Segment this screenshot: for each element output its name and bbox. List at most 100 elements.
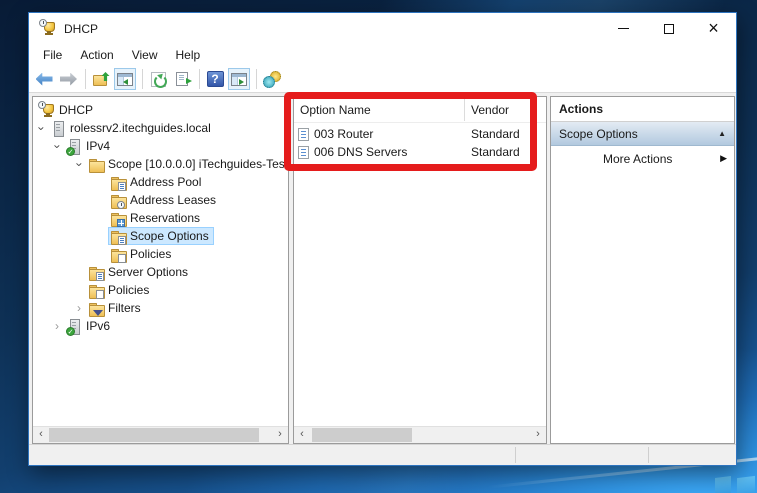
scroll-track[interactable] (49, 427, 272, 443)
scroll-left-arrow[interactable]: ‹ (294, 427, 310, 443)
chevron-expanded-icon[interactable]: › (73, 157, 87, 171)
maximize-button[interactable] (646, 13, 691, 44)
statusbar-separator (648, 447, 649, 463)
forward-icon (60, 73, 77, 86)
actions-group-scope-options[interactable]: Scope Options ▲ (551, 122, 734, 146)
console-tree-pane: DHCP › rolessrv2.itechguides.local › ✓ IPv4 › S… (32, 96, 289, 444)
tree-item-dhcp[interactable]: DHCP (34, 100, 287, 119)
forward-button[interactable] (57, 68, 79, 90)
menu-help[interactable]: Help (167, 46, 210, 64)
show-hide-action-pane-button[interactable] (228, 68, 250, 90)
server-check-icon: ✓ (66, 318, 82, 336)
dhcp-app-icon (39, 19, 56, 36)
tree-item-label: IPv6 (86, 319, 111, 333)
tree-item-label: Filters (108, 301, 141, 315)
scroll-right-arrow[interactable]: › (530, 427, 546, 443)
title-bar[interactable]: DHCP × (29, 13, 736, 44)
folder-icon (88, 157, 105, 173)
up-one-level-button[interactable] (90, 68, 112, 90)
more-actions-item[interactable]: More Actions ▶ (551, 146, 734, 171)
desktop: DHCP × File Action View Help ? DHCP › ro… (0, 0, 757, 493)
list-row-006-dns-servers[interactable]: 006 DNS Servers Standard (294, 143, 546, 161)
minimize-icon (618, 28, 629, 29)
list-row-003-router[interactable]: 003 Router Standard (294, 125, 546, 143)
actions-group-label: Scope Options (559, 126, 638, 141)
action-pane-icon (231, 72, 247, 86)
minimize-button[interactable] (601, 13, 646, 44)
scroll-right-arrow[interactable]: › (272, 427, 288, 443)
console-content: DHCP › rolessrv2.itechguides.local › ✓ IPv4 › S… (29, 96, 736, 444)
more-actions-label: More Actions (603, 151, 673, 166)
menu-bar: File Action View Help (29, 44, 736, 66)
export-list-icon (176, 72, 192, 86)
tree-item-label: Server Options (108, 265, 189, 279)
scroll-thumb[interactable] (312, 428, 412, 442)
actions-pane: Actions Scope Options ▲ More Actions ▶ (550, 96, 735, 444)
refresh-button[interactable] (147, 68, 169, 90)
configure-gears-icon (263, 70, 281, 88)
windows-logo-fragment (715, 476, 731, 493)
menu-view[interactable]: View (123, 46, 167, 64)
tree-item-policies[interactable]: Policies (34, 281, 287, 299)
policies-icon (110, 247, 127, 263)
configure-button[interactable] (261, 68, 283, 90)
toolbar: ? (29, 66, 736, 93)
scroll-left-arrow[interactable]: ‹ (33, 427, 49, 443)
tree-item-label: Address Leases (130, 193, 217, 207)
tree-item-label: Scope [10.0.0.0] iTechguides-Test (108, 157, 287, 171)
list-horizontal-scrollbar[interactable]: ‹ › (294, 426, 546, 443)
back-button[interactable] (33, 68, 55, 90)
refresh-icon (150, 71, 167, 88)
tree-item-ipv4[interactable]: › ✓ IPv4 (34, 137, 287, 156)
tree-item-label: IPv4 (86, 139, 111, 153)
list-header: Option Name Vendor (294, 97, 546, 123)
tree-item-label: Policies (108, 283, 150, 297)
console-tree-icon (117, 72, 133, 86)
tree-item-filters[interactable]: › Filters (34, 299, 287, 317)
tree-item-rolessrv2-itechguides-local[interactable]: › rolessrv2.itechguides.local (34, 119, 287, 137)
policies-icon (88, 283, 105, 299)
vendor-cell: Standard (471, 145, 520, 159)
tree-item-address-leases[interactable]: Address Leases (34, 191, 287, 209)
close-button[interactable]: × (691, 13, 736, 44)
results-pane: Option Name Vendor 003 Router Standard 006… (293, 96, 547, 444)
column-vendor[interactable]: Vendor (465, 103, 509, 117)
help-icon: ? (206, 71, 224, 87)
chevron-expanded-icon[interactable]: › (35, 121, 49, 135)
tree-horizontal-scrollbar[interactable]: ‹ › (33, 426, 288, 443)
windows-logo-fragment (737, 475, 755, 493)
tree-item-label: DHCP (59, 103, 94, 117)
menu-action[interactable]: Action (71, 46, 122, 64)
chevron-collapsed-icon[interactable]: › (72, 301, 86, 315)
tree-item-reservations[interactable]: Reservations (34, 209, 287, 227)
tree-item-policies[interactable]: Policies (34, 245, 287, 263)
help-button[interactable]: ? (204, 68, 226, 90)
tree-item-scope-10-0-0-0-itechguides-test[interactable]: › Scope [10.0.0.0] iTechguides-Test (34, 155, 287, 173)
tree-item-scope-options[interactable]: Scope Options (34, 227, 287, 245)
tree-item-label: Address Pool (130, 175, 202, 189)
address-leases-icon (110, 193, 127, 209)
dhcp-console-icon (38, 100, 55, 118)
chevron-collapsed-icon[interactable]: › (50, 319, 64, 333)
tree-item-server-options[interactable]: Server Options (34, 263, 287, 281)
scroll-track[interactable] (310, 427, 530, 443)
tree-item-label: rolessrv2.itechguides.local (70, 121, 211, 135)
scroll-thumb[interactable] (49, 428, 259, 442)
dhcp-console-window: DHCP × File Action View Help ? DHCP › ro… (28, 12, 737, 466)
reservations-icon (110, 211, 127, 227)
chevron-expanded-icon[interactable]: › (51, 139, 65, 153)
server-check-icon: ✓ (66, 138, 82, 156)
filters-icon (88, 301, 105, 317)
tree-item-ipv6[interactable]: › ✓ IPv6 (34, 317, 287, 336)
option-name-cell: 006 DNS Servers (314, 145, 408, 159)
caption-buttons: × (601, 13, 736, 44)
column-option-name[interactable]: Option Name (294, 98, 465, 121)
export-list-button[interactable] (171, 68, 193, 90)
maximize-icon (663, 23, 674, 34)
option-icon (298, 127, 309, 141)
tree-item-address-pool[interactable]: Address Pool (34, 173, 287, 191)
show-hide-console-tree-button[interactable] (114, 68, 136, 90)
option-name-cell: 003 Router (314, 127, 374, 141)
collapse-arrow-icon[interactable]: ▲ (718, 129, 726, 138)
menu-file[interactable]: File (34, 46, 71, 64)
